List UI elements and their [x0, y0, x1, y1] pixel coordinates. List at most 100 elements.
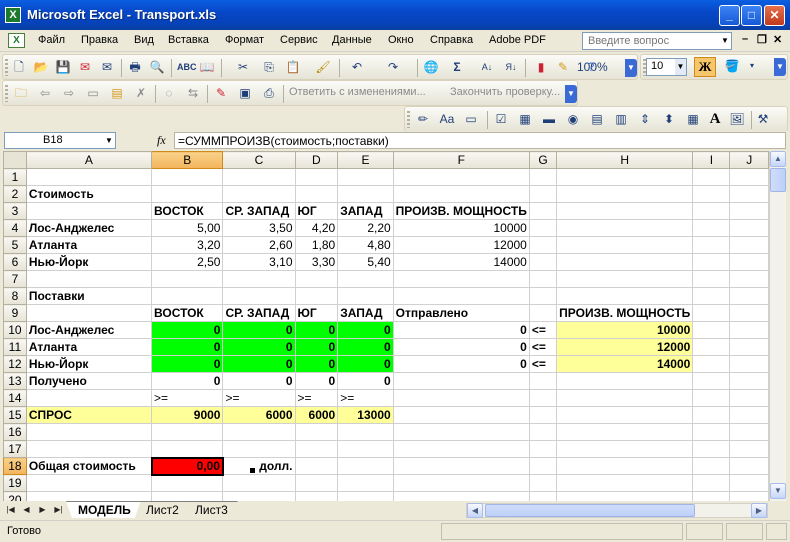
row-header[interactable]: 8 [3, 287, 27, 305]
cell-a11[interactable]: Атланта [25, 338, 153, 356]
first-sheet-icon[interactable]: |◀ [5, 504, 16, 516]
cell-a10[interactable]: Лос-Анджелес [25, 321, 153, 339]
cell-i7[interactable] [692, 270, 731, 288]
tab-model[interactable]: МОДЕЛЬ [66, 501, 141, 518]
close-button[interactable]: ✕ [764, 5, 785, 26]
menu-adobe-pdf[interactable]: Adobe PDF [489, 34, 546, 50]
doc-minimize-button[interactable]: – [742, 33, 748, 45]
format-painter-icon[interactable]: 🖌 [315, 59, 331, 76]
column-header-c[interactable]: C [222, 151, 296, 169]
cell-c9[interactable]: СР. ЗАПАД [222, 304, 296, 322]
cell-i5[interactable] [692, 236, 731, 254]
row-header[interactable]: 7 [3, 270, 27, 288]
cell-b3[interactable]: ВОСТОК [150, 202, 224, 220]
cell-g7[interactable] [528, 270, 558, 288]
cell-a4[interactable]: Лос-Анджелес [25, 219, 153, 237]
cell-j1[interactable] [729, 168, 769, 186]
cell-f18[interactable] [392, 457, 530, 475]
sort-ascending-icon[interactable]: A↓ [479, 59, 495, 76]
delete-comment-icon[interactable]: ✗ [133, 85, 149, 102]
cell-f13[interactable] [392, 372, 530, 390]
font-size-select[interactable]: 10 ▼ [646, 58, 687, 76]
spelling-icon[interactable]: ABC [177, 59, 197, 76]
cell-b7[interactable] [150, 270, 224, 288]
show-all-comments-icon[interactable]: ▤ [109, 85, 125, 102]
cell-c1[interactable] [222, 168, 296, 186]
doc-restore-button[interactable]: ❐ [757, 33, 767, 46]
menu-file[interactable]: Файл [38, 34, 65, 50]
cell-h18[interactable] [556, 457, 694, 475]
cell-g15[interactable] [528, 406, 558, 424]
toolbar-grip[interactable] [407, 111, 410, 128]
research-icon[interactable]: 📖 [199, 59, 215, 76]
cell-i13[interactable] [692, 372, 731, 390]
row-header[interactable]: 14 [3, 389, 27, 407]
cell-f1[interactable] [392, 168, 530, 186]
cell-b20[interactable] [150, 491, 224, 501]
cell-g18[interactable] [528, 457, 558, 475]
cell-i11[interactable] [692, 338, 731, 356]
bold-button[interactable]: Ж [694, 57, 716, 77]
cell-j5[interactable] [729, 236, 769, 254]
cell-f19[interactable] [392, 474, 530, 492]
group-box-icon[interactable]: ▭ [463, 111, 479, 128]
cell-g8[interactable] [528, 287, 558, 305]
doc-close-button[interactable]: ✕ [773, 33, 782, 46]
chevron-down-icon[interactable]: ▼ [719, 33, 731, 49]
cell-e9[interactable]: ЗАПАД [337, 304, 394, 322]
name-box[interactable]: B18 ▼ [4, 132, 116, 149]
cell-a14[interactable] [25, 389, 153, 407]
cell-a18[interactable]: Общая стоимость [25, 457, 153, 475]
row-header[interactable]: 13 [3, 372, 27, 390]
fill-handle[interactable] [250, 468, 255, 473]
cell-c16[interactable] [222, 423, 296, 441]
scroll-right-icon[interactable]: ▶ [751, 503, 767, 518]
row-header[interactable]: 6 [3, 253, 27, 271]
cell-h3[interactable] [556, 202, 694, 220]
cell-f14[interactable] [392, 389, 530, 407]
row-header[interactable]: 11 [3, 338, 27, 356]
cell-i18[interactable] [692, 457, 731, 475]
row-header[interactable]: 1 [3, 168, 27, 186]
cell-i19[interactable] [692, 474, 731, 492]
menu-insert[interactable]: Вставка [168, 34, 209, 50]
cell-e6[interactable]: 5,40 [337, 253, 394, 271]
cell-i6[interactable] [692, 253, 731, 271]
cell-b8[interactable] [150, 287, 224, 305]
cell-a6[interactable]: Нью-Йорк [25, 253, 153, 271]
cell-i20[interactable] [692, 491, 731, 501]
copy-icon[interactable]: ⎘ [261, 59, 277, 76]
toolbar-options-chevron[interactable]: ▼ [565, 85, 577, 103]
insert-function-icon[interactable]: fx [157, 133, 166, 148]
cell-j14[interactable] [729, 389, 769, 407]
cell-b13[interactable]: 0 [150, 372, 224, 390]
cell-h8[interactable] [556, 287, 694, 305]
new-icon[interactable]: 🗋 [11, 59, 27, 76]
horizontal-scrollbar[interactable]: ◀ ▶ [466, 503, 768, 518]
column-header-j[interactable]: J [729, 151, 769, 169]
radio-icon[interactable]: ◉ [565, 111, 581, 128]
excel-app-icon[interactable]: X [5, 7, 21, 23]
cell-d17[interactable] [294, 440, 339, 458]
cell-d4[interactable]: 4,20 [294, 219, 339, 237]
tab-sheet2[interactable]: Лист2 [134, 501, 189, 518]
cell-j2[interactable] [729, 185, 769, 203]
cell-h9[interactable]: ПРОИЗВ. МОЩНОСТЬ [556, 304, 694, 322]
cell-e18[interactable] [337, 457, 394, 475]
cell-d14[interactable]: >= [294, 389, 339, 407]
vertical-scroll-thumb[interactable] [770, 168, 786, 192]
cell-d11[interactable]: 0 [294, 338, 339, 356]
cell-j17[interactable] [729, 440, 769, 458]
select-all-corner[interactable] [3, 151, 27, 169]
undo-icon[interactable]: ↶ [349, 59, 365, 76]
cell-d10[interactable]: 0 [294, 321, 339, 339]
cell-c13[interactable]: 0 [222, 372, 296, 390]
cell-b18[interactable]: 0,00 [150, 456, 224, 476]
cell-a20[interactable] [25, 491, 153, 501]
vertical-scrollbar[interactable]: ▲ ▼ [769, 151, 786, 501]
cell-g1[interactable] [528, 168, 558, 186]
cell-g11[interactable]: <= [528, 338, 558, 356]
cell-f3[interactable]: ПРОИЗВ. МОЩНОСТЬ [392, 202, 530, 220]
cell-e7[interactable] [337, 270, 394, 288]
cell-e5[interactable]: 4,80 [337, 236, 394, 254]
